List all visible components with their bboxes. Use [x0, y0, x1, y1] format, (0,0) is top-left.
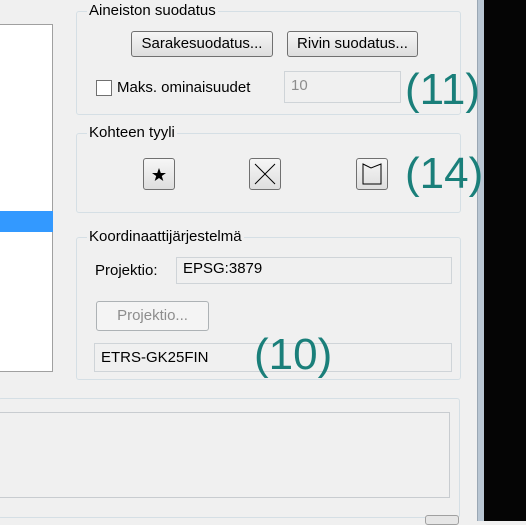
filter-group-legend: Aineiston suodatus	[87, 2, 218, 20]
callout-11: (11)	[405, 65, 480, 114]
crs-group-legend: Koordinaattijärjestelmä	[87, 228, 244, 246]
projection-label: Projektio:	[95, 262, 158, 279]
polygon-style-button[interactable]	[356, 158, 388, 190]
layer-list-selected-row[interactable]	[0, 211, 53, 232]
callout-10: (10)	[254, 330, 333, 379]
max-features-checkbox[interactable]	[96, 80, 112, 96]
row-filter-button[interactable]: Rivin suodatus...	[287, 31, 418, 57]
polygon-outline-icon	[362, 163, 382, 185]
projection-value-field: EPSG:3879	[176, 257, 452, 284]
max-features-label: Maks. ominaisuudet	[117, 79, 251, 96]
partial-button[interactable]	[425, 515, 459, 525]
column-filter-button[interactable]: Sarakesuodatus...	[131, 31, 273, 57]
background-strip	[484, 0, 526, 521]
x-cross-icon	[254, 163, 276, 185]
star-icon	[152, 168, 166, 181]
bottom-panel	[0, 412, 450, 498]
style-group-legend: Kohteen tyyli	[87, 124, 177, 142]
point-style-button[interactable]	[143, 158, 175, 190]
line-style-button[interactable]	[249, 158, 281, 190]
filter-groupbox: Aineiston suodatus	[76, 2, 461, 115]
max-features-input[interactable]: 10	[284, 71, 401, 103]
callout-14: (14)	[405, 149, 484, 198]
layer-list[interactable]	[0, 24, 53, 372]
projection-button[interactable]: Projektio...	[96, 301, 209, 331]
